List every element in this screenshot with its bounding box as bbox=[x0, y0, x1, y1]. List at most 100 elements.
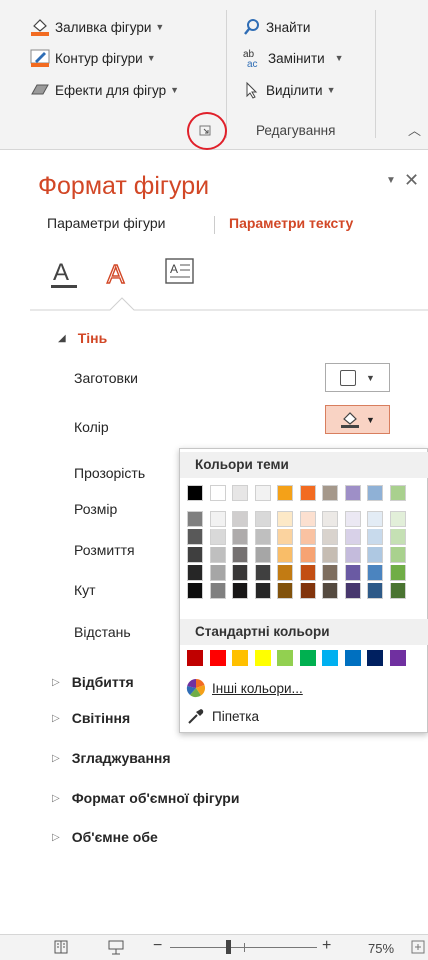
standard-color-swatch[interactable] bbox=[277, 650, 293, 666]
theme-shade-swatch[interactable] bbox=[187, 565, 203, 581]
theme-shade-swatch[interactable] bbox=[344, 583, 361, 599]
theme-shade-swatch[interactable] bbox=[344, 511, 361, 527]
shape-outline-button[interactable]: Контур фігури ▼ bbox=[30, 47, 156, 69]
pane-options-icon[interactable]: ▼ bbox=[386, 175, 396, 186]
section-shadow[interactable]: ◢ Тінь bbox=[58, 330, 107, 346]
theme-shade-swatch[interactable] bbox=[322, 565, 338, 581]
theme-shade-swatch[interactable] bbox=[187, 583, 203, 599]
theme-shade-swatch[interactable] bbox=[209, 547, 226, 563]
theme-shade-swatch[interactable] bbox=[232, 511, 248, 527]
theme-color-swatch[interactable] bbox=[389, 485, 406, 501]
theme-shade-swatch[interactable] bbox=[299, 529, 316, 545]
section-glow[interactable]: ▷ Світіння bbox=[52, 710, 130, 726]
standard-color-swatch[interactable] bbox=[187, 650, 203, 666]
zoom-level[interactable]: 75% bbox=[368, 941, 394, 956]
find-button[interactable]: Знайти bbox=[243, 16, 310, 38]
theme-shade-swatch[interactable] bbox=[367, 565, 383, 581]
theme-shade-swatch[interactable] bbox=[389, 529, 406, 545]
theme-shade-swatch[interactable] bbox=[299, 547, 316, 563]
color-dropdown[interactable]: ▼ bbox=[325, 405, 390, 434]
eyedropper-item[interactable]: Піпетка bbox=[186, 704, 259, 728]
standard-color-swatch[interactable] bbox=[344, 650, 361, 666]
theme-shade-swatch[interactable] bbox=[389, 565, 406, 581]
standard-color-swatch[interactable] bbox=[367, 650, 383, 666]
theme-shade-swatch[interactable] bbox=[232, 583, 248, 599]
standard-color-swatch[interactable] bbox=[322, 650, 338, 666]
theme-shade-swatch[interactable] bbox=[322, 583, 338, 599]
collapse-ribbon-icon[interactable]: ︿ bbox=[408, 120, 421, 139]
standard-color-swatch[interactable] bbox=[299, 650, 316, 666]
theme-shade-swatch[interactable] bbox=[277, 529, 293, 545]
slideshow-icon[interactable] bbox=[108, 940, 124, 955]
section-reflection[interactable]: ▷ Відбиття bbox=[52, 674, 134, 690]
tab-shape-options[interactable]: Параметри фігури bbox=[47, 215, 165, 231]
theme-shade-swatch[interactable] bbox=[299, 583, 316, 599]
theme-shade-swatch[interactable] bbox=[389, 511, 406, 527]
theme-shade-swatch[interactable] bbox=[367, 529, 383, 545]
theme-color-swatch[interactable] bbox=[322, 485, 338, 501]
shape-effects-button[interactable]: Ефекти для фігур ▼ bbox=[30, 79, 179, 101]
theme-shade-swatch[interactable] bbox=[344, 529, 361, 545]
theme-shade-swatch[interactable] bbox=[209, 511, 226, 527]
theme-shade-swatch[interactable] bbox=[344, 547, 361, 563]
theme-shade-swatch[interactable] bbox=[277, 511, 293, 527]
theme-color-swatch[interactable] bbox=[232, 485, 248, 501]
theme-shade-swatch[interactable] bbox=[367, 511, 383, 527]
theme-shade-swatch[interactable] bbox=[367, 547, 383, 563]
section-soft-edges[interactable]: ▷ Згладжування bbox=[52, 750, 171, 766]
tab-text-options[interactable]: Параметри тексту bbox=[229, 215, 353, 231]
theme-color-swatch[interactable] bbox=[299, 485, 316, 501]
zoom-slider-thumb[interactable] bbox=[226, 940, 231, 954]
theme-shade-swatch[interactable] bbox=[389, 583, 406, 599]
standard-color-swatch[interactable] bbox=[232, 650, 248, 666]
theme-shade-swatch[interactable] bbox=[299, 565, 316, 581]
standard-color-swatch[interactable] bbox=[389, 650, 406, 666]
theme-color-swatch[interactable] bbox=[187, 485, 203, 501]
theme-shade-swatch[interactable] bbox=[187, 511, 203, 527]
theme-shade-swatch[interactable] bbox=[299, 511, 316, 527]
text-box-icon[interactable]: A bbox=[165, 258, 195, 286]
theme-shade-swatch[interactable] bbox=[389, 547, 406, 563]
replace-button[interactable]: ab ac Замінити ▼ bbox=[243, 47, 344, 69]
theme-shade-swatch[interactable] bbox=[187, 547, 203, 563]
theme-shade-swatch[interactable] bbox=[277, 565, 293, 581]
theme-shade-swatch[interactable] bbox=[277, 583, 293, 599]
theme-color-swatch[interactable] bbox=[254, 485, 271, 501]
select-button[interactable]: Виділити ▼ bbox=[243, 79, 336, 101]
fit-to-window-icon[interactable] bbox=[411, 940, 425, 954]
zoom-in-button[interactable]: + bbox=[322, 937, 331, 955]
presets-dropdown[interactable]: ▼ bbox=[325, 363, 390, 392]
theme-shade-swatch[interactable] bbox=[232, 565, 248, 581]
text-fill-outline-icon[interactable]: A bbox=[49, 255, 81, 291]
theme-shade-swatch[interactable] bbox=[254, 511, 271, 527]
theme-shade-swatch[interactable] bbox=[344, 565, 361, 581]
theme-color-swatch[interactable] bbox=[344, 485, 361, 501]
theme-shade-swatch[interactable] bbox=[254, 565, 271, 581]
theme-shade-swatch[interactable] bbox=[254, 529, 271, 545]
theme-shade-swatch[interactable] bbox=[322, 547, 338, 563]
text-effects-icon[interactable]: A bbox=[103, 255, 135, 291]
section-3d-format[interactable]: ▷ Формат об'ємної фігури bbox=[52, 790, 239, 806]
standard-color-swatch[interactable] bbox=[254, 650, 271, 666]
theme-color-swatch[interactable] bbox=[367, 485, 383, 501]
section-3d-rotation[interactable]: ▷ Об'ємне обе bbox=[52, 829, 158, 845]
theme-shade-swatch[interactable] bbox=[232, 547, 248, 563]
theme-shade-swatch[interactable] bbox=[367, 583, 383, 599]
theme-shade-swatch[interactable] bbox=[209, 565, 226, 581]
close-icon[interactable]: ✕ bbox=[404, 170, 419, 191]
theme-shade-swatch[interactable] bbox=[254, 547, 271, 563]
theme-shade-swatch[interactable] bbox=[187, 529, 203, 545]
theme-shade-swatch[interactable] bbox=[209, 529, 226, 545]
theme-shade-swatch[interactable] bbox=[209, 583, 226, 599]
standard-color-swatch[interactable] bbox=[209, 650, 226, 666]
shape-fill-button[interactable]: Заливка фігури ▼ bbox=[30, 16, 164, 38]
theme-shade-swatch[interactable] bbox=[277, 547, 293, 563]
theme-color-swatch[interactable] bbox=[277, 485, 293, 501]
more-colors-item[interactable]: Інші кольори... bbox=[186, 676, 303, 700]
theme-shade-swatch[interactable] bbox=[232, 529, 248, 545]
theme-shade-swatch[interactable] bbox=[254, 583, 271, 599]
reading-view-icon[interactable] bbox=[54, 940, 68, 954]
theme-shade-swatch[interactable] bbox=[322, 511, 338, 527]
theme-color-swatch[interactable] bbox=[209, 485, 226, 501]
zoom-out-button[interactable]: − bbox=[153, 937, 162, 955]
